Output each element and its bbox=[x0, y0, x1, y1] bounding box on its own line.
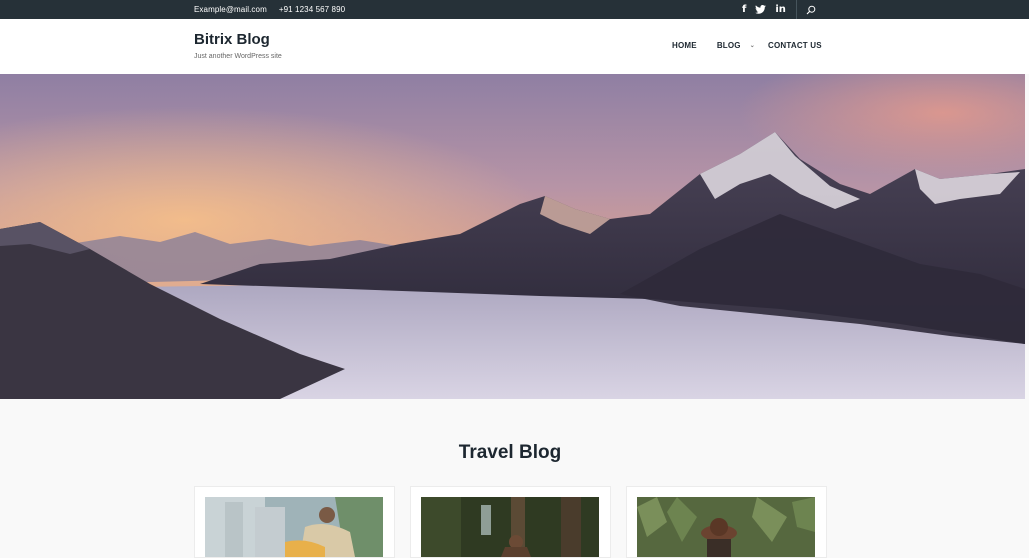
social-links: f in bbox=[742, 0, 816, 19]
twitter-icon[interactable] bbox=[755, 5, 767, 14]
couple-in-hammock-photo bbox=[205, 497, 383, 557]
email-link[interactable]: Example@mail.com bbox=[194, 5, 267, 14]
site-title[interactable]: Bitrix Blog bbox=[194, 31, 282, 49]
forest-hiker-photo bbox=[421, 497, 599, 557]
card-image[interactable] bbox=[421, 497, 599, 557]
search-icon[interactable] bbox=[806, 5, 816, 15]
chevron-down-icon[interactable]: ⌄ bbox=[750, 42, 755, 49]
site-tagline: Just another WordPress site bbox=[194, 53, 282, 60]
hero-mountain-image bbox=[0, 74, 1025, 399]
top-bar: Example@mail.com +91 1234 567 890 f in bbox=[0, 0, 1029, 19]
blog-card[interactable] bbox=[410, 486, 611, 558]
main-nav: HOME BLOG ⌄ CONTACT US bbox=[672, 41, 822, 50]
site-header: Bitrix Blog Just another WordPress site … bbox=[0, 19, 1029, 74]
blog-card[interactable] bbox=[194, 486, 395, 558]
linkedin-icon[interactable]: in bbox=[775, 4, 786, 15]
hero-banner bbox=[0, 74, 1025, 399]
topbar-divider bbox=[795, 0, 797, 19]
blog-card[interactable] bbox=[626, 486, 827, 558]
nav-item-blog[interactable]: BLOG ⌄ bbox=[717, 41, 755, 50]
nav-item-contact[interactable]: CONTACT US bbox=[768, 41, 822, 50]
nav-item-blog-label: BLOG bbox=[716, 41, 741, 50]
cornfield-hat-photo bbox=[637, 497, 815, 557]
phone-link[interactable]: +91 1234 567 890 bbox=[279, 5, 345, 14]
facebook-icon[interactable]: f bbox=[742, 4, 746, 15]
card-image[interactable] bbox=[205, 497, 383, 557]
nav-item-home[interactable]: HOME bbox=[672, 41, 697, 50]
contact-info: Example@mail.com +91 1234 567 890 bbox=[194, 0, 345, 19]
site-branding: Bitrix Blog Just another WordPress site bbox=[194, 31, 282, 60]
section-title: Travel Blog bbox=[458, 442, 562, 463]
card-image[interactable] bbox=[637, 497, 815, 557]
